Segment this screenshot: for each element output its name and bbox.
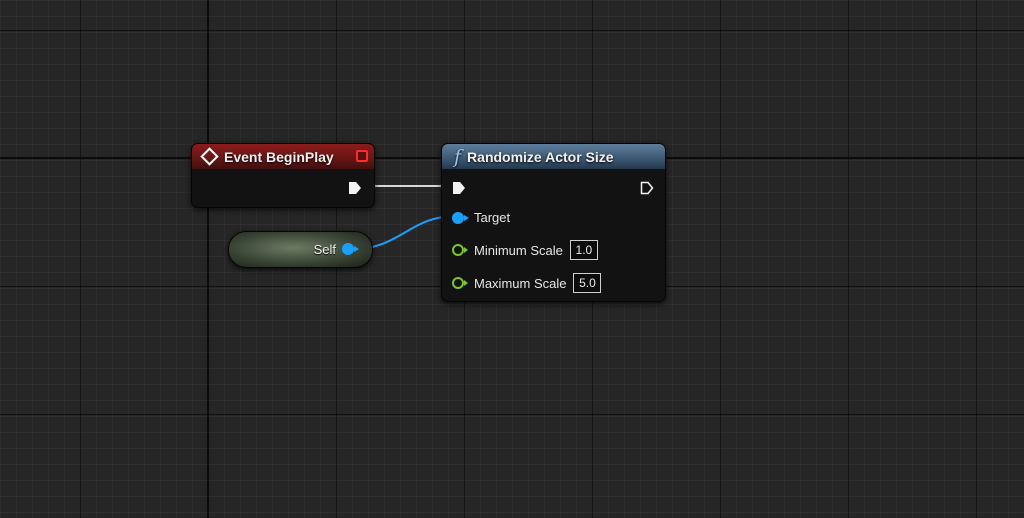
randomize-actor-size-node[interactable]: f Randomize Actor Size Target Minimum Sc…	[441, 143, 666, 302]
target-pin-row[interactable]: Target	[452, 210, 510, 225]
exec-output-pin-unconnected[interactable]	[640, 181, 654, 195]
event-beginplay-node[interactable]: Event BeginPlay	[191, 143, 375, 208]
event-beginplay-header[interactable]: Event BeginPlay	[192, 144, 374, 169]
function-icon: f	[454, 145, 462, 168]
exec-output-pin[interactable]	[348, 181, 362, 195]
minimum-scale-pin-row[interactable]: Minimum Scale 1.0	[452, 240, 598, 260]
event-beginplay-title: Event BeginPlay	[224, 148, 334, 165]
minimum-scale-label: Minimum Scale	[474, 242, 563, 258]
object-pin-icon[interactable]	[452, 211, 469, 224]
self-label: Self	[313, 242, 336, 257]
maximum-scale-pin-row[interactable]: Maximum Scale 5.0	[452, 273, 602, 293]
delegate-output-pin[interactable]	[356, 150, 368, 162]
minimum-scale-input[interactable]: 1.0	[569, 240, 598, 260]
float-pin-icon[interactable]	[452, 244, 468, 256]
self-output-pin[interactable]	[342, 243, 359, 255]
grid-origin-vertical-line	[207, 0, 209, 518]
randomize-actor-size-title: Randomize Actor Size	[467, 148, 614, 165]
maximum-scale-label: Maximum Scale	[474, 275, 567, 291]
maximum-scale-input[interactable]: 5.0	[573, 273, 602, 293]
event-diamond-icon	[200, 147, 219, 166]
target-pin-label: Target	[474, 210, 511, 225]
self-reference-node[interactable]: Self	[228, 231, 373, 268]
exec-input-pin[interactable]	[452, 181, 466, 195]
float-pin-icon[interactable]	[452, 277, 468, 289]
randomize-actor-size-header[interactable]: f Randomize Actor Size	[442, 144, 665, 169]
